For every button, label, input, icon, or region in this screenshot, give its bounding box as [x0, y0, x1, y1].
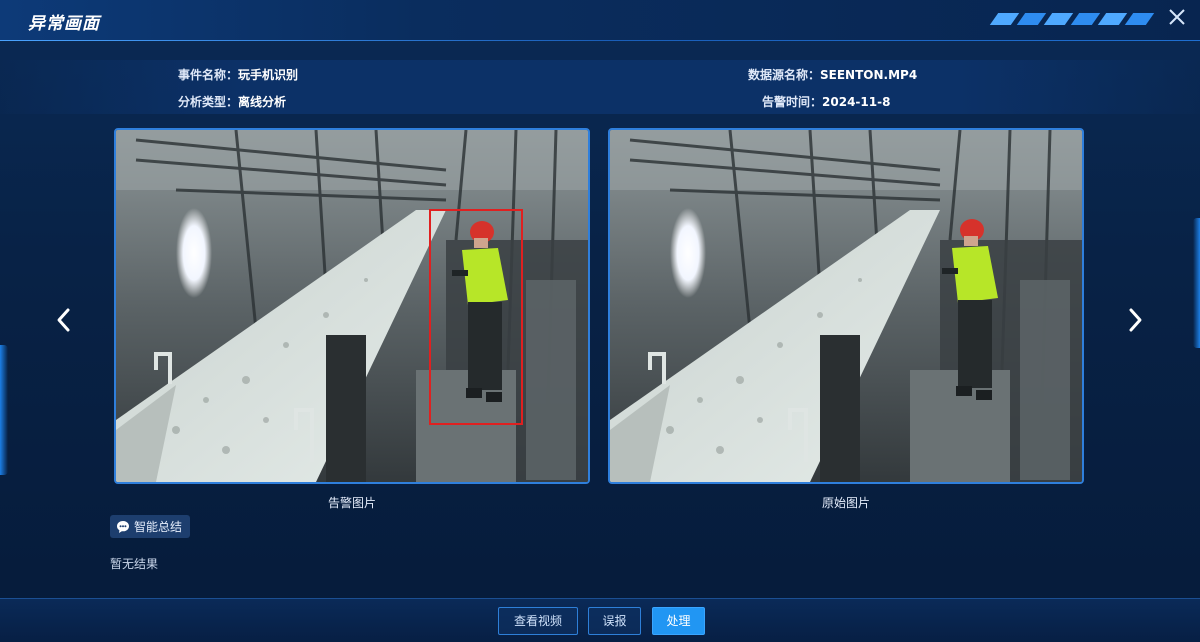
chevron-left-icon [57, 308, 70, 332]
original-image[interactable] [608, 128, 1084, 484]
close-button[interactable] [1166, 6, 1188, 28]
alarm-time-label: 告警时间： [762, 95, 823, 109]
view-video-button[interactable]: 查看视频 [498, 607, 578, 635]
title-decoration-stripes [989, 13, 1155, 25]
original-image-caption: 原始图片 [821, 496, 870, 510]
ai-chat-icon [117, 520, 129, 533]
next-button[interactable] [1122, 300, 1148, 340]
alarm-image-caption: 告警图片 [327, 496, 376, 510]
title-bar: 异常画面 [0, 0, 1200, 41]
chevron-right-icon [1129, 308, 1142, 332]
source-name-row: 数据源名称：SEENTON.MP4 [748, 66, 917, 83]
analysis-type-label: 分析类型： [178, 95, 239, 109]
alarm-time-row: 告警时间：2024-11-8 [762, 93, 890, 110]
handle-button[interactable]: 处理 [652, 607, 705, 635]
original-image-scene [610, 130, 1082, 482]
event-info-bar: 事件名称：玩手机识别 分析类型：离线分析 数据源名称：SEENTON.MP4 告… [0, 60, 1200, 114]
analysis-type-value: 离线分析 [238, 95, 287, 109]
close-icon [1169, 9, 1185, 25]
source-name-value: SEENTON.MP4 [820, 68, 918, 82]
source-name-label: 数据源名称： [748, 68, 821, 82]
event-name-label: 事件名称： [178, 68, 239, 82]
analysis-type-row: 分析类型：离线分析 [178, 93, 286, 110]
event-name-row: 事件名称：玩手机识别 [178, 66, 298, 83]
event-name-value: 玩手机识别 [238, 68, 299, 82]
abnormal-frame-dialog: 异常画面 事件名称：玩手机识别 分析类型：离线分析 数据源名称：SEENTON.… [0, 0, 1200, 642]
false-alarm-button[interactable]: 误报 [588, 607, 641, 635]
right-edge-glow [1193, 218, 1200, 348]
alarm-image-scene [116, 130, 588, 482]
ai-summary-result: 暂无结果 [110, 557, 159, 571]
alarm-time-value: 2024-11-8 [822, 95, 891, 109]
previous-button[interactable] [51, 300, 77, 340]
left-edge-glow [0, 345, 8, 475]
alarm-image[interactable] [114, 128, 590, 484]
ai-summary-label: 智能总结 [134, 520, 183, 534]
dialog-title: 异常画面 [28, 14, 100, 34]
ai-summary-badge[interactable]: 智能总结 [110, 515, 191, 538]
